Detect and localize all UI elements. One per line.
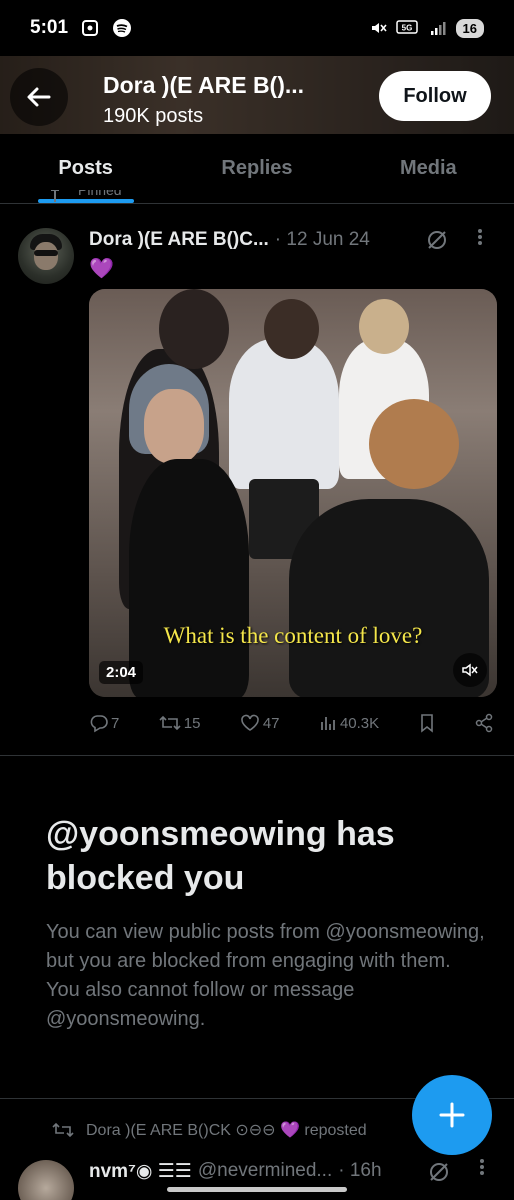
next-tweet-time[interactable]: · 16h <box>338 1160 381 1182</box>
home-indicator[interactable] <box>167 1187 347 1192</box>
more-options-icon[interactable] <box>479 1156 485 1184</box>
repost-icon <box>159 715 181 731</box>
repost-context[interactable]: Dora )(E ARE B()CK ⊙⊖⊖ 💜 reposted <box>52 1120 367 1140</box>
post-count: 190K posts <box>103 105 204 127</box>
next-tweet-handle[interactable]: @nevermined... <box>198 1160 332 1182</box>
view-count: 40.3K <box>339 714 380 732</box>
share-icon <box>475 713 493 733</box>
tweet-author-avatar[interactable] <box>18 228 74 284</box>
signal-icon <box>428 18 448 38</box>
screenshot-icon <box>80 18 100 38</box>
like-count: 47 <box>262 714 280 732</box>
heart-icon <box>241 714 259 731</box>
tab-replies[interactable]: Replies <box>171 134 342 203</box>
share-button[interactable] <box>474 713 494 733</box>
back-button[interactable] <box>10 68 68 126</box>
next-tweet-avatar[interactable] <box>18 1160 74 1200</box>
tweet-author-name[interactable]: Dora )(E ARE B()C... <box>89 229 269 251</box>
pinned-indicator: Pinned <box>48 190 122 210</box>
like-button[interactable]: 47 <box>239 713 280 733</box>
bookmark-button[interactable] <box>418 713 436 733</box>
repost-count: 15 <box>183 714 201 732</box>
video-mute-button[interactable] <box>453 653 487 687</box>
tweet-date[interactable]: · 12 Jun 24 <box>275 229 370 251</box>
tweet-header: Dora )(E ARE B()C... · 12 Jun 24 <box>89 226 499 254</box>
next-tweet-author-name[interactable]: nvm⁷◉ ☰☰ <box>89 1160 192 1183</box>
spotify-icon <box>112 18 132 38</box>
video-duration: 2:04 <box>99 661 144 684</box>
pinned-label: Pinned <box>78 190 122 198</box>
repost-button[interactable]: 15 <box>158 713 201 733</box>
arrow-left-icon <box>27 87 51 107</box>
profile-display-name: Dora )(E ARE B()... <box>103 72 305 98</box>
repost-context-text: Dora )(E ARE B()CK ⊙⊖⊖ 💜 reposted <box>86 1122 367 1139</box>
tweet-action-bar: 7 15 47 40.3K <box>89 708 494 738</box>
compose-button[interactable] <box>412 1075 492 1155</box>
battery-indicator: 16 <box>455 18 484 38</box>
status-time: 5:01 <box>30 17 69 38</box>
views-button[interactable]: 40.3K <box>318 713 379 733</box>
blocked-title: @yoonsmeowing has blocked you <box>46 815 395 897</box>
plus-icon <box>439 1102 465 1128</box>
repost-context-icon <box>52 1122 74 1138</box>
tab-media[interactable]: Media <box>343 134 514 203</box>
profile-header: Dora )(E ARE B()... 190K posts Follow <box>0 56 514 134</box>
status-bar: 5:01 5G 16 <box>0 0 514 56</box>
blocked-description: You can view public posts from @yoonsmeo… <box>46 921 485 1030</box>
next-tweet-header: nvm⁷◉ ☰☰ @nevermined... · 16h <box>89 1158 499 1184</box>
views-icon <box>321 717 335 730</box>
reply-icon <box>90 715 108 733</box>
tweet-text: 💜 <box>89 258 114 280</box>
svg-text:5G: 5G <box>401 24 412 33</box>
more-options-icon[interactable] <box>477 226 483 254</box>
grok-icon[interactable] <box>425 228 449 257</box>
reply-count: 7 <box>111 714 120 732</box>
follow-button[interactable]: Follow <box>379 71 491 121</box>
grok-icon[interactable] <box>427 1160 451 1189</box>
tweet-divider <box>0 755 514 756</box>
reply-button[interactable]: 7 <box>89 713 119 733</box>
mute-status-icon <box>368 18 388 38</box>
pin-icon <box>48 190 62 202</box>
bookmark-icon <box>420 714 433 733</box>
network-5g-icon: 5G <box>395 18 420 38</box>
video-caption: What is the content of love? <box>163 623 423 648</box>
volume-muted-icon <box>462 663 478 677</box>
tweet-video[interactable]: What is the content of love? 2:04 <box>89 289 497 697</box>
